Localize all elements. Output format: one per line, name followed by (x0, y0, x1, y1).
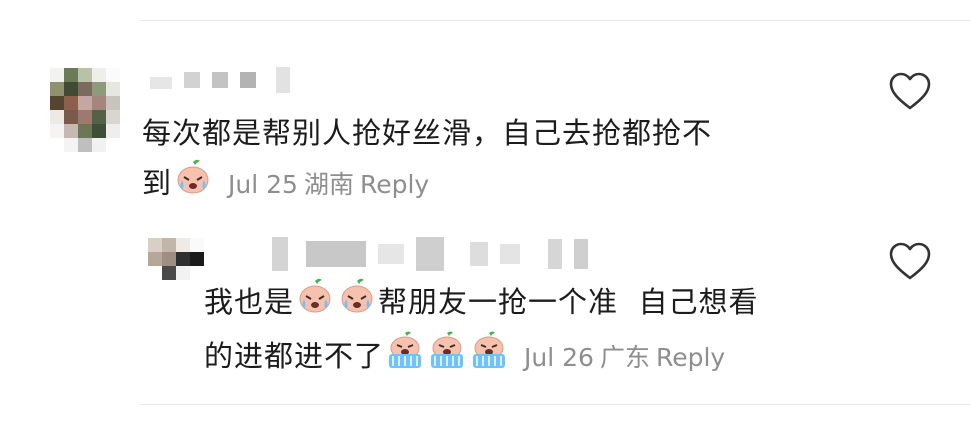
crying-face-emoji (173, 157, 213, 211)
reply-location: 广东 (599, 343, 650, 372)
comment-text: 每次都是帮别人抢好丝滑，自己去抢都抢不 到 Jul 25 湖南 Reply (142, 110, 842, 211)
reply-meta: Jul 26 广东 Reply (524, 343, 731, 372)
reply-text-part2: 帮朋友一抢一个准 自己想看 (378, 285, 759, 319)
reply-text-part1: 我也是 (204, 285, 295, 319)
comment-meta: Jul 25 湖南 Reply (228, 170, 435, 199)
reply-text: 我也是 帮朋友一抢一个准 自己想看 的进都进不了 Jul 26 广东 Reply (204, 276, 864, 384)
bottom-divider (140, 404, 970, 405)
username-redacted[interactable] (272, 236, 600, 272)
reply-date: Jul 26 (524, 343, 594, 372)
comment-text-line1: 每次都是帮别人抢好丝滑，自己去抢都抢不 (142, 116, 713, 150)
reply-button[interactable]: Reply (360, 170, 429, 199)
username-redacted[interactable] (150, 67, 302, 93)
top-divider (140, 20, 970, 21)
reply-text-line2: 的进都进不了 (204, 339, 385, 373)
comment-text-line2: 到 (142, 166, 173, 200)
crying-face-emoji (295, 276, 335, 330)
avatar[interactable] (50, 68, 120, 152)
crying-waterfall-emoji (427, 330, 467, 384)
crying-face-emoji (337, 276, 377, 330)
heart-outline-icon[interactable] (888, 72, 932, 116)
comment-date: Jul 25 (228, 170, 298, 199)
reply-button[interactable]: Reply (656, 343, 725, 372)
comment-location: 湖南 (303, 170, 354, 199)
heart-outline-icon[interactable] (888, 242, 932, 286)
crying-waterfall-emoji (469, 330, 509, 384)
crying-waterfall-emoji (385, 330, 425, 384)
avatar[interactable] (148, 238, 204, 280)
